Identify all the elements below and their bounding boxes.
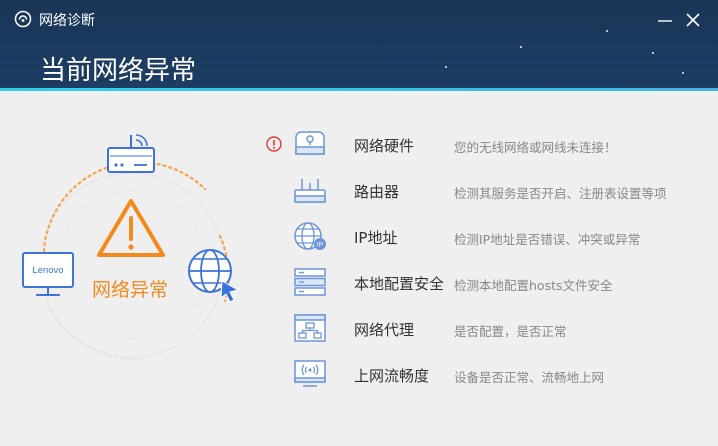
wifi-diagnosis-icon (14, 10, 32, 28)
warning-triangle-icon (97, 199, 165, 257)
check-name: 网络代理 (354, 321, 415, 339)
check-name: 路由器 (354, 183, 400, 201)
center-status-label: 网络异常 (92, 279, 169, 301)
check-row-ip[interactable]: IP IP地址 检测IP地址是否错误、冲突或异常 (262, 213, 718, 259)
ip-globe-icon: IP (294, 222, 326, 250)
check-row-router[interactable]: 路由器 检测其服务是否开启、注册表设置等项 (262, 167, 718, 213)
check-name: 上网流畅度 (354, 367, 430, 385)
title-bar[interactable]: 网络诊断 (0, 0, 718, 40)
check-description: 您的无线网络或网线未连接！ (454, 140, 617, 155)
router-icon (107, 134, 155, 173)
minimize-icon[interactable] (655, 10, 675, 30)
close-icon[interactable] (683, 10, 703, 30)
diagram-graphic: Lenovo (22, 134, 240, 361)
check-row-local-config[interactable]: 本地配置安全 检测本地配置hosts文件安全 (262, 259, 718, 305)
check-description: 设备是否正常、流畅地上网 (454, 370, 605, 385)
proxy-icon (294, 314, 326, 342)
app-title: 网络诊断 (39, 13, 95, 29)
check-name: 网络硬件 (354, 137, 415, 155)
globe-cursor-icon (188, 249, 240, 303)
connection-arc-left (42, 161, 207, 253)
error-icon (266, 136, 282, 152)
svg-text:IP: IP (317, 242, 323, 249)
check-description: 是否配置，是否正常 (454, 324, 567, 339)
check-name: 本地配置安全 (354, 275, 445, 293)
network-card-icon (295, 131, 325, 155)
status-heading: 当前网络异常 (40, 56, 197, 86)
computer-icon: Lenovo (22, 252, 74, 296)
server-icon (294, 268, 326, 296)
check-row-hardware[interactable]: 网络硬件 您的无线网络或网线未连接！ (262, 121, 718, 167)
network-diagnosis-window: 网络诊断 当前网络异常 Lenovo 网络异常 网络硬件 您的无线网络或网线未连… (0, 0, 718, 446)
computer-brand-label: Lenovo (32, 265, 63, 276)
network-diagram: Lenovo 网络异常 (0, 91, 260, 446)
monitor-wifi-icon (294, 360, 326, 387)
check-name: IP地址 (354, 229, 398, 247)
check-description: 检测其服务是否开启、注册表设置等项 (454, 186, 667, 201)
router-icon (294, 179, 326, 203)
check-description: 检测本地配置hosts文件安全 (454, 278, 613, 293)
check-row-proxy[interactable]: 网络代理 是否配置，是否正常 (262, 305, 718, 351)
check-description: 检测IP地址是否错误、冲突或异常 (454, 232, 641, 247)
check-row-fluency[interactable]: 上网流畅度 设备是否正常、流畅地上网 (262, 351, 718, 397)
